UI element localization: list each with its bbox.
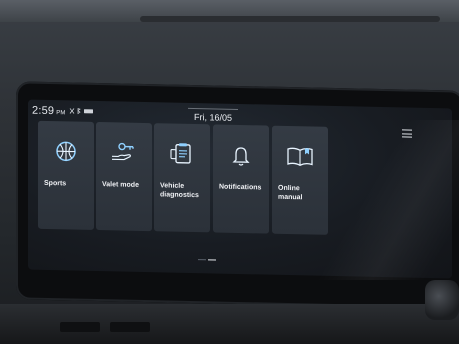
hardware-button[interactable] <box>60 322 100 332</box>
page-indicator <box>198 247 218 265</box>
valet-hand-key-icon <box>96 140 152 167</box>
tile-label: Valet mode <box>102 181 139 189</box>
diagnostics-clipboard-icon <box>154 141 210 168</box>
clock: 2:59 PM <box>32 105 66 118</box>
page-dot <box>198 258 206 261</box>
clock-ampm: PM <box>56 110 66 117</box>
page-dot-active <box>208 258 216 261</box>
dashboard-vent <box>140 16 440 22</box>
hardware-button[interactable] <box>110 322 150 332</box>
status-icons <box>69 107 95 117</box>
sports-ball-icon <box>38 139 94 166</box>
tile-label: Vehicle diagnostics <box>160 182 199 200</box>
tile-vehicle-diagnostics[interactable]: Vehicle diagnostics <box>154 123 210 233</box>
tile-label: Sports <box>44 179 67 188</box>
date-underline <box>188 107 238 110</box>
clock-time: 2:59 <box>32 104 55 118</box>
tile-notifications[interactable]: Notifications <box>213 124 269 234</box>
rotary-knob[interactable] <box>425 280 459 320</box>
bell-icon <box>213 142 269 169</box>
tile-label: Notifications <box>219 183 262 192</box>
signal-bluetooth-battery-icon <box>69 108 93 115</box>
book-icon <box>272 144 328 171</box>
infotainment-screen: 2:59 PM Fri, 16/05 Sports Valet mode Veh… <box>28 99 452 279</box>
date-label: Fri, 16/05 <box>194 112 233 123</box>
tile-label: Online manual <box>278 184 303 202</box>
tile-online-manual[interactable]: Online manual <box>272 125 328 235</box>
tile-sports[interactable]: Sports <box>38 120 94 230</box>
tile-valet-mode[interactable]: Valet mode <box>96 121 152 232</box>
hamburger-menu-icon[interactable] <box>402 129 412 139</box>
